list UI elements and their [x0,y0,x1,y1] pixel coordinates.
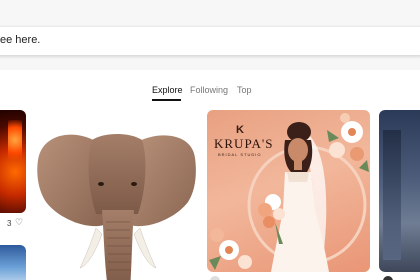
avatar[interactable] [210,276,220,280]
tab-top[interactable]: Top [237,85,252,95]
avatar[interactable] [383,276,393,280]
tab-explore[interactable]: Explore [152,85,183,95]
studio-title: KRUPA'S [214,136,274,151]
elephant-image-card[interactable] [34,110,199,280]
tab-following[interactable]: Following [190,85,228,95]
bridal-studio-card[interactable]: K KRUPA'S BRIDAL STUDIO [207,110,370,272]
studio-subtitle: BRIDAL STUDIO [218,152,262,157]
bride-illustration [209,113,369,272]
explore-page: ee here. Explore Following Top 3 ♡ K KRU… [0,0,420,280]
active-tab-underline [152,99,181,101]
like-count: 3 [7,219,12,228]
fire-image-card[interactable] [0,110,26,213]
heart-icon[interactable]: ♡ [15,217,23,228]
sky-image-card[interactable] [0,245,26,280]
studio-logo-mark: K [236,124,244,136]
search-bar[interactable]: ee here. [0,27,420,55]
city-image-card[interactable] [379,110,420,272]
elephant-illustration [37,134,196,280]
search-input-text[interactable]: ee here. [0,34,40,46]
header-band: ee here. [0,0,420,70]
